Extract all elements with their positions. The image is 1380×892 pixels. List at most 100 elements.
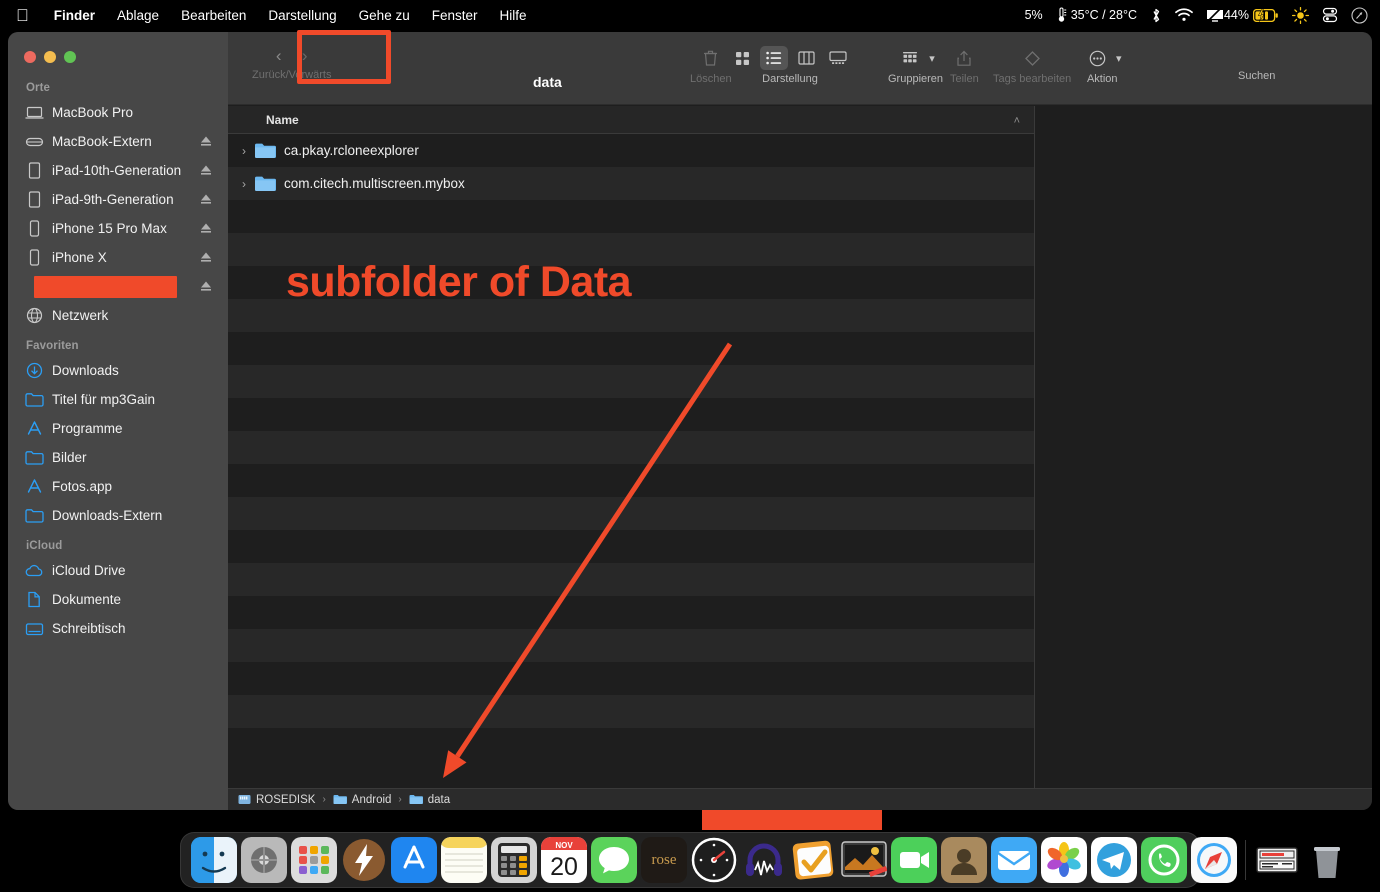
bluetooth-icon[interactable] [1150, 7, 1162, 24]
dock-item-launchpad[interactable] [291, 837, 337, 883]
sidebar-item-ipad-9th-generation[interactable]: iPad-9th-Generation [8, 185, 228, 214]
sidebar-item-schreibtisch[interactable]: Schreibtisch [8, 614, 228, 643]
menu-item-darstellung[interactable]: Darstellung [257, 8, 347, 23]
battery-charging-icon[interactable] [1253, 8, 1279, 22]
control-center-icon[interactable] [1322, 7, 1338, 23]
eject-icon[interactable] [200, 192, 212, 207]
sidebar-item-label: Downloads [52, 363, 119, 378]
dock-item-calendar[interactable]: NOV 20 [541, 837, 587, 883]
file-list[interactable]: › ca.pkay.rcloneexplorer › com.citech.mu… [228, 134, 1034, 788]
menu-item-finder[interactable]: Finder [43, 8, 106, 23]
sidebar-item-iphone-15-pro-max[interactable]: iPhone 15 Pro Max [8, 214, 228, 243]
battery-percent[interactable]: 44% [1224, 8, 1249, 22]
cpu-usage-indicator[interactable]: 5% [1025, 8, 1043, 22]
action-button[interactable]: ▾ Aktion [1083, 46, 1122, 85]
column-view-button[interactable] [792, 46, 820, 70]
sort-caret-icon[interactable]: ˄ [1014, 115, 1020, 127]
siri-icon[interactable] [1351, 6, 1368, 24]
column-header-name[interactable]: Name [266, 113, 299, 127]
eject-icon[interactable] [200, 279, 212, 294]
sidebar-item-fotos-app[interactable]: Fotos.app [8, 472, 228, 501]
action-label: Aktion [1086, 73, 1118, 85]
sidebar-item-bilder[interactable]: Bilder [8, 443, 228, 472]
sidebar-item-macbook-extern[interactable]: MacBook-Extern [8, 127, 228, 156]
dock-item-rose[interactable]: rose [641, 837, 687, 883]
dock-item-notes[interactable] [441, 837, 487, 883]
dock-item-downloads-stack[interactable] [1254, 837, 1300, 883]
dock-item-whatsapp[interactable] [1141, 837, 1187, 883]
sidebar-item-titel-fuer-mp3gain[interactable]: Titel für mp3Gain [8, 385, 228, 414]
dock-item-telegram[interactable] [1091, 837, 1137, 883]
search-label: Suchen [1238, 70, 1276, 82]
dock-item-audio-headphones[interactable] [741, 837, 787, 883]
group-button[interactable]: ▾ Gruppieren [888, 46, 943, 85]
icon-view-button[interactable] [728, 46, 756, 70]
dock-item-calculator[interactable] [491, 837, 537, 883]
dock-item-media-player[interactable] [841, 837, 887, 883]
eject-icon[interactable] [200, 221, 212, 236]
menu-item-gehe-zu[interactable]: Gehe zu [348, 8, 421, 23]
display-icon[interactable] [1206, 7, 1224, 23]
dock-item-app-store[interactable] [391, 837, 437, 883]
delete-label: Löschen [690, 73, 732, 85]
dock-item-speedometer[interactable] [691, 837, 737, 883]
delete-button[interactable]: Löschen [690, 46, 732, 85]
minimize-button[interactable] [44, 51, 56, 63]
dock-item-messages[interactable] [591, 837, 637, 883]
table-row[interactable]: › com.citech.multiscreen.mybox [228, 167, 1034, 200]
table-row[interactable]: › ca.pkay.rcloneexplorer [228, 134, 1034, 167]
sidebar-item-iphone-x[interactable]: iPhone X [8, 243, 228, 272]
chevron-left-icon[interactable]: ‹ [269, 46, 289, 66]
eject-icon[interactable] [200, 163, 212, 178]
breadcrumb-item-data[interactable]: data [409, 794, 450, 806]
dock-item-facetime[interactable] [891, 837, 937, 883]
folder-icon [24, 507, 44, 525]
sidebar-item-icloud-drive[interactable]: iCloud Drive [8, 556, 228, 585]
dock-item-shortcuts[interactable] [341, 837, 387, 883]
menu-item-ablage[interactable]: Ablage [106, 8, 170, 23]
close-button[interactable] [24, 51, 36, 63]
dock-item-system-settings[interactable] [241, 837, 287, 883]
sidebar-item-programme[interactable]: Programme [8, 414, 228, 443]
iphone-icon [24, 220, 44, 238]
sidebar-item-dokumente[interactable]: Dokumente [8, 585, 228, 614]
dock-item-safari[interactable] [1191, 837, 1237, 883]
list-view-button[interactable] [760, 46, 788, 70]
sidebar-item-ipad-10th-generation[interactable]: iPad-10th-Generation [8, 156, 228, 185]
file-name: com.citech.multiscreen.mybox [284, 176, 465, 191]
chevron-down-icon[interactable]: ▾ [1116, 52, 1122, 65]
menu-item-fenster[interactable]: Fenster [421, 8, 489, 23]
dock-item-things-check[interactable] [791, 837, 837, 883]
sidebar-item-label: Downloads-Extern [52, 508, 163, 523]
sidebar-item-macbook-pro[interactable]: MacBook Pro [8, 98, 228, 127]
sidebar-item-downloads[interactable]: Downloads [8, 356, 228, 385]
breadcrumb-item-rosedisk[interactable]: ROSEDISK [238, 794, 315, 806]
temperature-indicator[interactable]: 35°C / 28°C [1056, 7, 1137, 23]
breadcrumb-label: data [427, 793, 451, 806]
menu-item-bearbeiten[interactable]: Bearbeiten [170, 8, 257, 23]
maximize-button[interactable] [64, 51, 76, 63]
breadcrumb-separator: › [398, 794, 402, 805]
chevron-down-icon[interactable]: ▾ [929, 52, 935, 65]
dock-item-photos[interactable] [1041, 837, 1087, 883]
dock-item-mail[interactable] [991, 837, 1037, 883]
dock-item-trash[interactable] [1304, 837, 1350, 883]
apple-menu-icon[interactable]:  [16, 7, 29, 24]
sidebar-item-redacted[interactable] [8, 272, 228, 301]
eject-icon[interactable] [200, 250, 212, 265]
sidebar-item-netzwerk[interactable]: Netzwerk [8, 301, 228, 330]
dock-item-contacts[interactable] [941, 837, 987, 883]
tags-button[interactable]: Tags bearbeiten [993, 46, 1071, 85]
gallery-view-button[interactable] [824, 46, 852, 70]
breadcrumb-item-android[interactable]: Android [333, 794, 391, 806]
share-button[interactable]: Teilen [950, 46, 979, 85]
wifi-icon[interactable] [1175, 8, 1193, 22]
disclosure-chevron-icon[interactable]: › [236, 177, 252, 191]
menu-item-hilfe[interactable]: Hilfe [489, 8, 538, 23]
dock-item-finder[interactable] [191, 837, 237, 883]
eject-icon[interactable] [200, 134, 212, 149]
sidebar-item-downloads-extern[interactable]: Downloads-Extern [8, 501, 228, 530]
brightness-icon[interactable] [1292, 6, 1309, 24]
disclosure-chevron-icon[interactable]: › [236, 144, 252, 158]
table-row-empty [228, 200, 1034, 233]
